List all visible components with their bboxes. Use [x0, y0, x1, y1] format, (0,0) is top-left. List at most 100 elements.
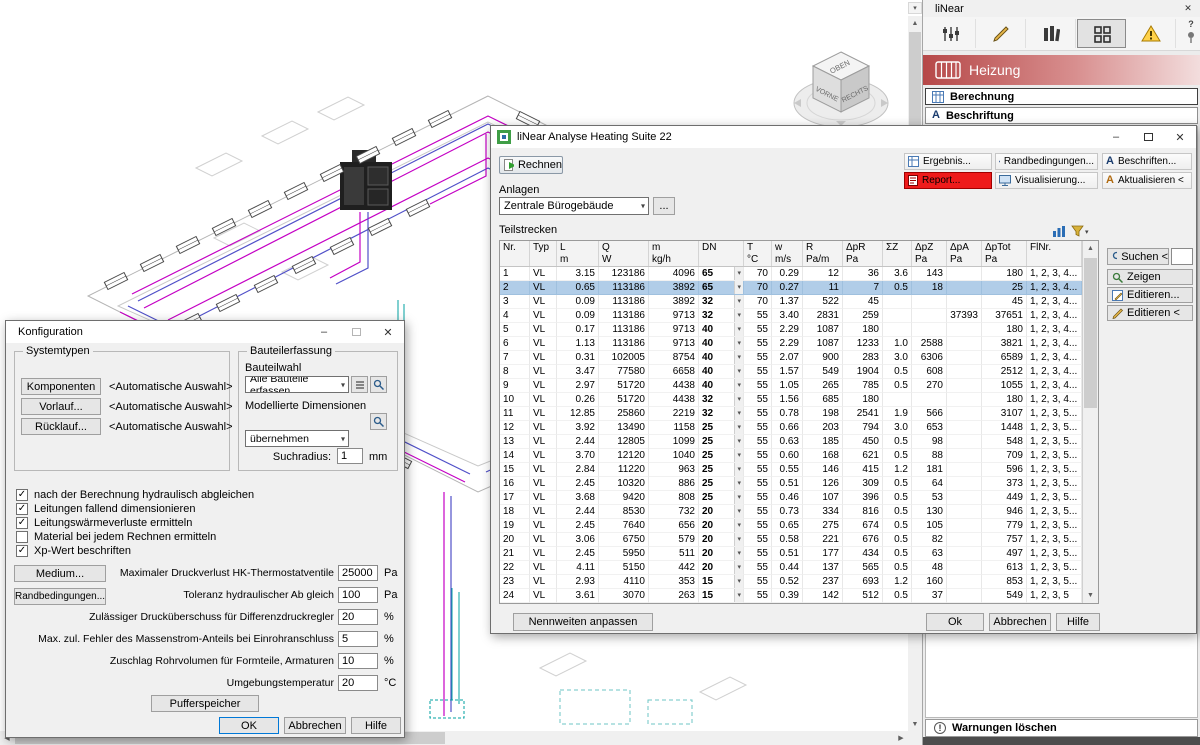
param-input[interactable]: 25000 [338, 565, 378, 581]
bauteilwahl-list-button[interactable] [351, 376, 368, 393]
nennweiten-button[interactable]: Nennweiten anpassen [513, 613, 653, 631]
aktualisieren-button[interactable]: A Aktualisieren < [1102, 172, 1192, 189]
systemtyp-button-1[interactable]: Vorlauf... [21, 398, 101, 415]
chevron-down-icon[interactable]: ▾ [734, 449, 743, 462]
col-header-6[interactable]: T°C [744, 241, 772, 266]
chevron-down-icon[interactable]: ▾ [734, 491, 743, 504]
param-input[interactable]: 100 [338, 587, 378, 603]
warning-icon[interactable] [1127, 19, 1176, 48]
chevron-down-icon[interactable]: ▾ [734, 407, 743, 420]
checkbox-row[interactable]: ✓nach der Berechnung hydraulisch abgleic… [16, 488, 254, 502]
minimize-button[interactable]: – [1100, 126, 1132, 148]
chevron-down-icon[interactable]: ▾ [734, 575, 743, 588]
anlagen-select[interactable]: Zentrale Bürogebäude ▾ [499, 197, 649, 215]
dn-combo[interactable]: 15▾ [699, 589, 744, 603]
chevron-down-icon[interactable]: ▾ [734, 561, 743, 574]
dn-combo[interactable]: 25▾ [699, 477, 744, 491]
checkbox-unchecked[interactable] [16, 531, 28, 543]
dn-combo[interactable]: 20▾ [699, 505, 744, 519]
dn-combo[interactable]: 40▾ [699, 351, 744, 365]
suchen-input[interactable] [1171, 248, 1193, 265]
chevron-down-icon[interactable]: ▾ [734, 533, 743, 546]
pen-icon[interactable] [977, 19, 1026, 48]
scroll-up-arrow[interactable]: ▲ [1083, 241, 1098, 256]
dn-combo[interactable]: 15▾ [699, 575, 744, 589]
chevron-down-icon[interactable]: ▾ [734, 435, 743, 448]
col-header-1[interactable]: Typ [530, 241, 557, 266]
col-header-7[interactable]: wm/s [772, 241, 803, 266]
checkbox-row[interactable]: ✓Leitungswärmeverluste ermitteln [16, 516, 254, 530]
table-row-24[interactable]: 24VL3.61307026315▾550.391425120.5375491,… [500, 589, 1082, 603]
col-header-3[interactable]: QW [599, 241, 649, 266]
scroll-right-arrow[interactable]: ▶ [894, 731, 908, 745]
dn-combo[interactable]: 32▾ [699, 393, 744, 407]
randbedingungen-button[interactable]: Randbedingungen... [995, 153, 1098, 170]
checkbox-row[interactable]: ✓Leitungen fallend dimensionieren [16, 502, 254, 516]
param-input[interactable]: 20 [338, 675, 378, 691]
randbedingungen-button[interactable]: Randbedingungen... [14, 588, 106, 605]
close-button[interactable]: ✕ [372, 321, 404, 343]
table-row-12[interactable]: 12VL3.9213490115825▾550.662037943.065314… [500, 421, 1082, 435]
sidebar-item-beschriftung[interactable]: A Beschriftung [925, 107, 1198, 124]
table-row-7[interactable]: 7VL0.31102005875440▾552.079002833.063066… [500, 351, 1082, 365]
table-row-9[interactable]: 9VL2.9751720443840▾551.052657850.5270105… [500, 379, 1082, 393]
bauteilwahl-select[interactable]: Alle Bauteile erfassen ▾ [245, 376, 349, 393]
col-header-14[interactable]: FlNr. [1027, 241, 1082, 266]
checkbox-checked[interactable]: ✓ [16, 489, 28, 501]
col-header-0[interactable]: Nr. [500, 241, 530, 266]
chevron-down-icon[interactable]: ▾ [734, 379, 743, 392]
zeigen-button[interactable]: Zeigen [1107, 269, 1193, 285]
hilfe-button[interactable]: Hilfe [351, 717, 401, 734]
editieren-dialog-button[interactable]: Editieren... [1107, 287, 1193, 303]
table-row-19[interactable]: 19VL2.45764065620▾550.652756740.51057791… [500, 519, 1082, 533]
dn-combo[interactable]: 25▾ [699, 421, 744, 435]
table-row-1[interactable]: 1VL3.15123186409665▾700.2912363.61431801… [500, 267, 1082, 281]
table-row-17[interactable]: 17VL3.68942080825▾550.461073960.5534491,… [500, 491, 1082, 505]
chevron-down-icon[interactable]: ▾ [734, 421, 743, 434]
rechnen-button[interactable]: Rechnen [499, 156, 563, 174]
table-row-10[interactable]: 10VL0.2651720443832▾551.566851801801, 2,… [500, 393, 1082, 407]
section-header-heizung[interactable]: Heizung [923, 55, 1200, 85]
dn-combo[interactable]: 25▾ [699, 435, 744, 449]
chevron-down-icon[interactable]: ▾ [734, 267, 743, 280]
ok-button[interactable]: OK [219, 717, 279, 734]
dn-combo[interactable]: 20▾ [699, 561, 744, 575]
abbrechen-button[interactable]: Abbrechen [989, 613, 1051, 631]
filter-icon[interactable]: ▾ [1071, 225, 1089, 238]
editieren-inline-button[interactable]: Editieren < [1107, 305, 1193, 321]
table-row-20[interactable]: 20VL3.06675057920▾550.582216760.5827571,… [500, 533, 1082, 547]
dn-combo[interactable]: 20▾ [699, 547, 744, 561]
dn-combo[interactable]: 25▾ [699, 463, 744, 477]
col-header-9[interactable]: ΔpRPa [843, 241, 883, 266]
dn-combo[interactable]: 65▾ [699, 281, 744, 295]
checkbox-checked[interactable]: ✓ [16, 503, 28, 515]
table-row-23[interactable]: 23VL2.93411035315▾550.522376931.21608531… [500, 575, 1082, 589]
ok-button[interactable]: Ok [926, 613, 984, 631]
checkbox-row[interactable]: Material bei jedem Rechnen ermitteln [16, 530, 254, 544]
table-row-3[interactable]: 3VL0.09113186389232▾701.3752245451, 2, 3… [500, 295, 1082, 309]
table-row-8[interactable]: 8VL3.4777580665840▾551.5754919040.560825… [500, 365, 1082, 379]
palette-autohide-button[interactable]: ▾ [908, 2, 922, 14]
ergebnis-button[interactable]: Ergebnis... [904, 153, 992, 170]
param-input[interactable]: 10 [338, 653, 378, 669]
col-header-10[interactable]: ΣΖ [883, 241, 912, 266]
visualisierung-button[interactable]: Visualisierung... [995, 172, 1098, 189]
dn-combo[interactable]: 25▾ [699, 491, 744, 505]
checkbox-checked[interactable]: ✓ [16, 517, 28, 529]
dn-combo[interactable]: 20▾ [699, 533, 744, 547]
chevron-down-icon[interactable]: ▾ [734, 589, 743, 602]
dialog-titlebar[interactable]: Konfiguration – ✕ [6, 321, 404, 343]
report-button[interactable]: Report... [904, 172, 992, 189]
close-button[interactable]: ✕ [1164, 126, 1196, 148]
scroll-thumb[interactable] [1084, 258, 1097, 408]
bauteilwahl-search-button[interactable] [370, 376, 387, 393]
dn-combo[interactable]: 40▾ [699, 365, 744, 379]
dn-combo[interactable]: 40▾ [699, 337, 744, 351]
param-input[interactable]: 20 [338, 609, 378, 625]
view-cube[interactable]: OBEN VORNE RECHTS [794, 52, 888, 127]
chevron-down-icon[interactable]: ▾ [734, 365, 743, 378]
table-scrollbar[interactable]: ▲ ▼ [1082, 241, 1098, 603]
anlagen-browse-button[interactable]: ... [653, 197, 675, 215]
modules-grid-icon[interactable] [1077, 19, 1126, 48]
dn-combo[interactable]: 40▾ [699, 379, 744, 393]
